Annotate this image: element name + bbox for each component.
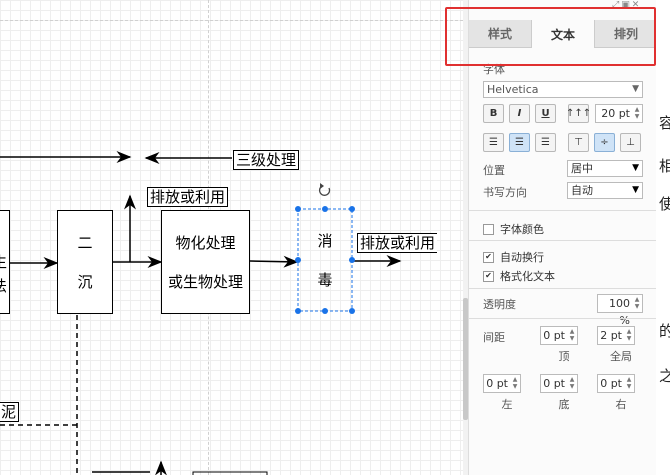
- node-left-partial-line1: 生: [0, 251, 7, 272]
- spacing-right-spinner[interactable]: ▲ ▼: [625, 376, 633, 391]
- section-divider: [469, 318, 657, 319]
- bg-glyph-4: 的: [659, 322, 670, 340]
- opacity-label: 透明度: [483, 298, 516, 311]
- checkbox-box: [483, 223, 494, 235]
- bg-glyph-1: 容: [659, 114, 670, 132]
- spacing-bottom-input[interactable]: 0 pt ▲ ▼: [540, 374, 578, 393]
- spacing-bottom-spinner[interactable]: ▲ ▼: [568, 376, 576, 391]
- spacing-global-label: 全局: [610, 350, 632, 363]
- align-left-button[interactable]: ☰: [483, 133, 504, 152]
- writing-direction-select[interactable]: 自动 ▼: [567, 182, 643, 199]
- opacity-value: 100 %: [609, 297, 630, 327]
- section-divider: [469, 288, 657, 289]
- bold-button[interactable]: B: [483, 104, 504, 123]
- spacing-bottom-label: 底: [558, 398, 570, 411]
- spacing-global-value: 2 pt: [600, 329, 622, 342]
- auto-wrap-checkbox[interactable]: ✔ 自动换行: [483, 249, 544, 265]
- label-level3-treatment[interactable]: 三级处理: [233, 150, 300, 170]
- align-center-button[interactable]: ☰: [509, 133, 530, 152]
- spacing-top-value: 0 pt: [543, 329, 565, 342]
- spacing-right-input[interactable]: 0 pt ▲ ▼: [597, 374, 635, 393]
- check-icon: ✔: [483, 270, 494, 282]
- chevron-down-icon: ▼: [632, 185, 639, 195]
- edge-physchem-to-disinfect: [249, 255, 299, 268]
- bg-glyph-5: 之: [659, 367, 670, 385]
- spacing-top-input[interactable]: 0 pt ▲ ▼: [540, 326, 578, 345]
- bg-glyph-2: 相: [659, 157, 670, 175]
- spacing-top-spinner[interactable]: ▲ ▼: [568, 328, 576, 343]
- node-disinfection[interactable]: 消 毒: [298, 209, 352, 311]
- node-physchem-line1: 物化处理: [175, 234, 236, 252]
- chevron-down-icon: ▼: [632, 84, 639, 94]
- label-sludge[interactable]: 泥: [0, 402, 20, 422]
- font-size-value: 20 pt: [601, 107, 630, 120]
- spacing-global-spinner[interactable]: ▲ ▼: [625, 328, 633, 343]
- spacing-bottom-value: 0 pt: [543, 377, 565, 390]
- font-family-value: Helvetica: [487, 83, 539, 96]
- format-panel: 样式 文本 排列 字体 Helvetica ▼ B I U ↑↑↑ 20 pt …: [468, 0, 657, 475]
- bg-glyph-3: 使: [659, 195, 670, 213]
- highlight-box: [445, 7, 656, 66]
- node-secondary-line1: 二: [77, 234, 93, 252]
- font-size-input[interactable]: 20 pt ▲ ▼: [595, 104, 643, 123]
- valign-bottom-button[interactable]: ⊥: [620, 133, 641, 152]
- valign-middle-button[interactable]: ÷: [594, 133, 615, 152]
- font-color-label: 字体颜色: [500, 223, 544, 236]
- node-secondary-line2: 沉: [77, 273, 93, 291]
- position-label: 位置: [483, 164, 505, 177]
- background-document-edge: 容 相 使 的 之: [656, 0, 670, 475]
- spacing-left-spinner[interactable]: ▲ ▼: [511, 376, 519, 391]
- node-disinfection-line1: 消: [317, 232, 333, 250]
- font-family-select[interactable]: Helvetica ▼: [483, 81, 643, 98]
- opacity-input[interactable]: 100 % ▲ ▼: [597, 294, 643, 327]
- writing-direction-value: 自动: [571, 184, 593, 197]
- check-icon: ✔: [483, 251, 494, 263]
- node-physchem-line2: 或生物处理: [167, 273, 243, 291]
- italic-button[interactable]: I: [509, 104, 530, 123]
- node-secondary-sedimentation[interactable]: 二 沉: [57, 210, 113, 314]
- spacing-global-input[interactable]: 2 pt ▲ ▼: [597, 326, 635, 345]
- label-discharge-top[interactable]: 排放或利用: [147, 187, 229, 207]
- position-value: 居中: [571, 162, 593, 175]
- rotate-icon: [318, 183, 331, 196]
- formatted-text-label: 格式化文本: [500, 270, 555, 283]
- label-discharge-right[interactable]: 排放或利用: [357, 233, 438, 253]
- chevron-down-icon: ▼: [632, 163, 639, 173]
- spacing-right-value: 0 pt: [600, 377, 622, 390]
- spacing-left-input[interactable]: 0 pt ▲ ▼: [483, 374, 521, 393]
- position-select[interactable]: 居中 ▼: [567, 160, 643, 177]
- auto-wrap-label: 自动换行: [500, 251, 544, 264]
- spacing-right-label: 右: [615, 398, 627, 411]
- diagram-canvas[interactable]: 生 法 二 沉 物化处理 或生物处理 消 毒 三级处理 排放或利用 排放或利用 …: [0, 0, 463, 475]
- spacing-left-value: 0 pt: [486, 377, 508, 390]
- spacing-label: 间距: [483, 331, 505, 344]
- writing-direction-label: 书写方向: [483, 186, 527, 199]
- opacity-spinner[interactable]: ▲ ▼: [633, 296, 641, 311]
- align-right-button[interactable]: ☰: [535, 133, 556, 152]
- underline-button[interactable]: U: [535, 104, 556, 123]
- node-physchem-treatment[interactable]: 物化处理 或生物处理: [161, 210, 250, 314]
- font-color-checkbox[interactable]: 字体颜色: [483, 221, 544, 237]
- valign-top-button[interactable]: ⊤: [568, 133, 589, 152]
- node-disinfection-line2: 毒: [317, 271, 333, 289]
- font-size-spinner[interactable]: ▲ ▼: [633, 106, 641, 121]
- spacing-top-label: 顶: [558, 350, 570, 363]
- section-divider: [469, 240, 657, 241]
- text-direction-icon[interactable]: ↑↑↑: [566, 104, 591, 123]
- spacing-left-label: 左: [501, 398, 513, 411]
- node-left-partial[interactable]: 生 法: [0, 210, 10, 314]
- section-divider: [469, 210, 657, 211]
- formatted-text-checkbox[interactable]: ✔ 格式化文本: [483, 268, 555, 284]
- node-left-partial-line2: 法: [0, 275, 7, 296]
